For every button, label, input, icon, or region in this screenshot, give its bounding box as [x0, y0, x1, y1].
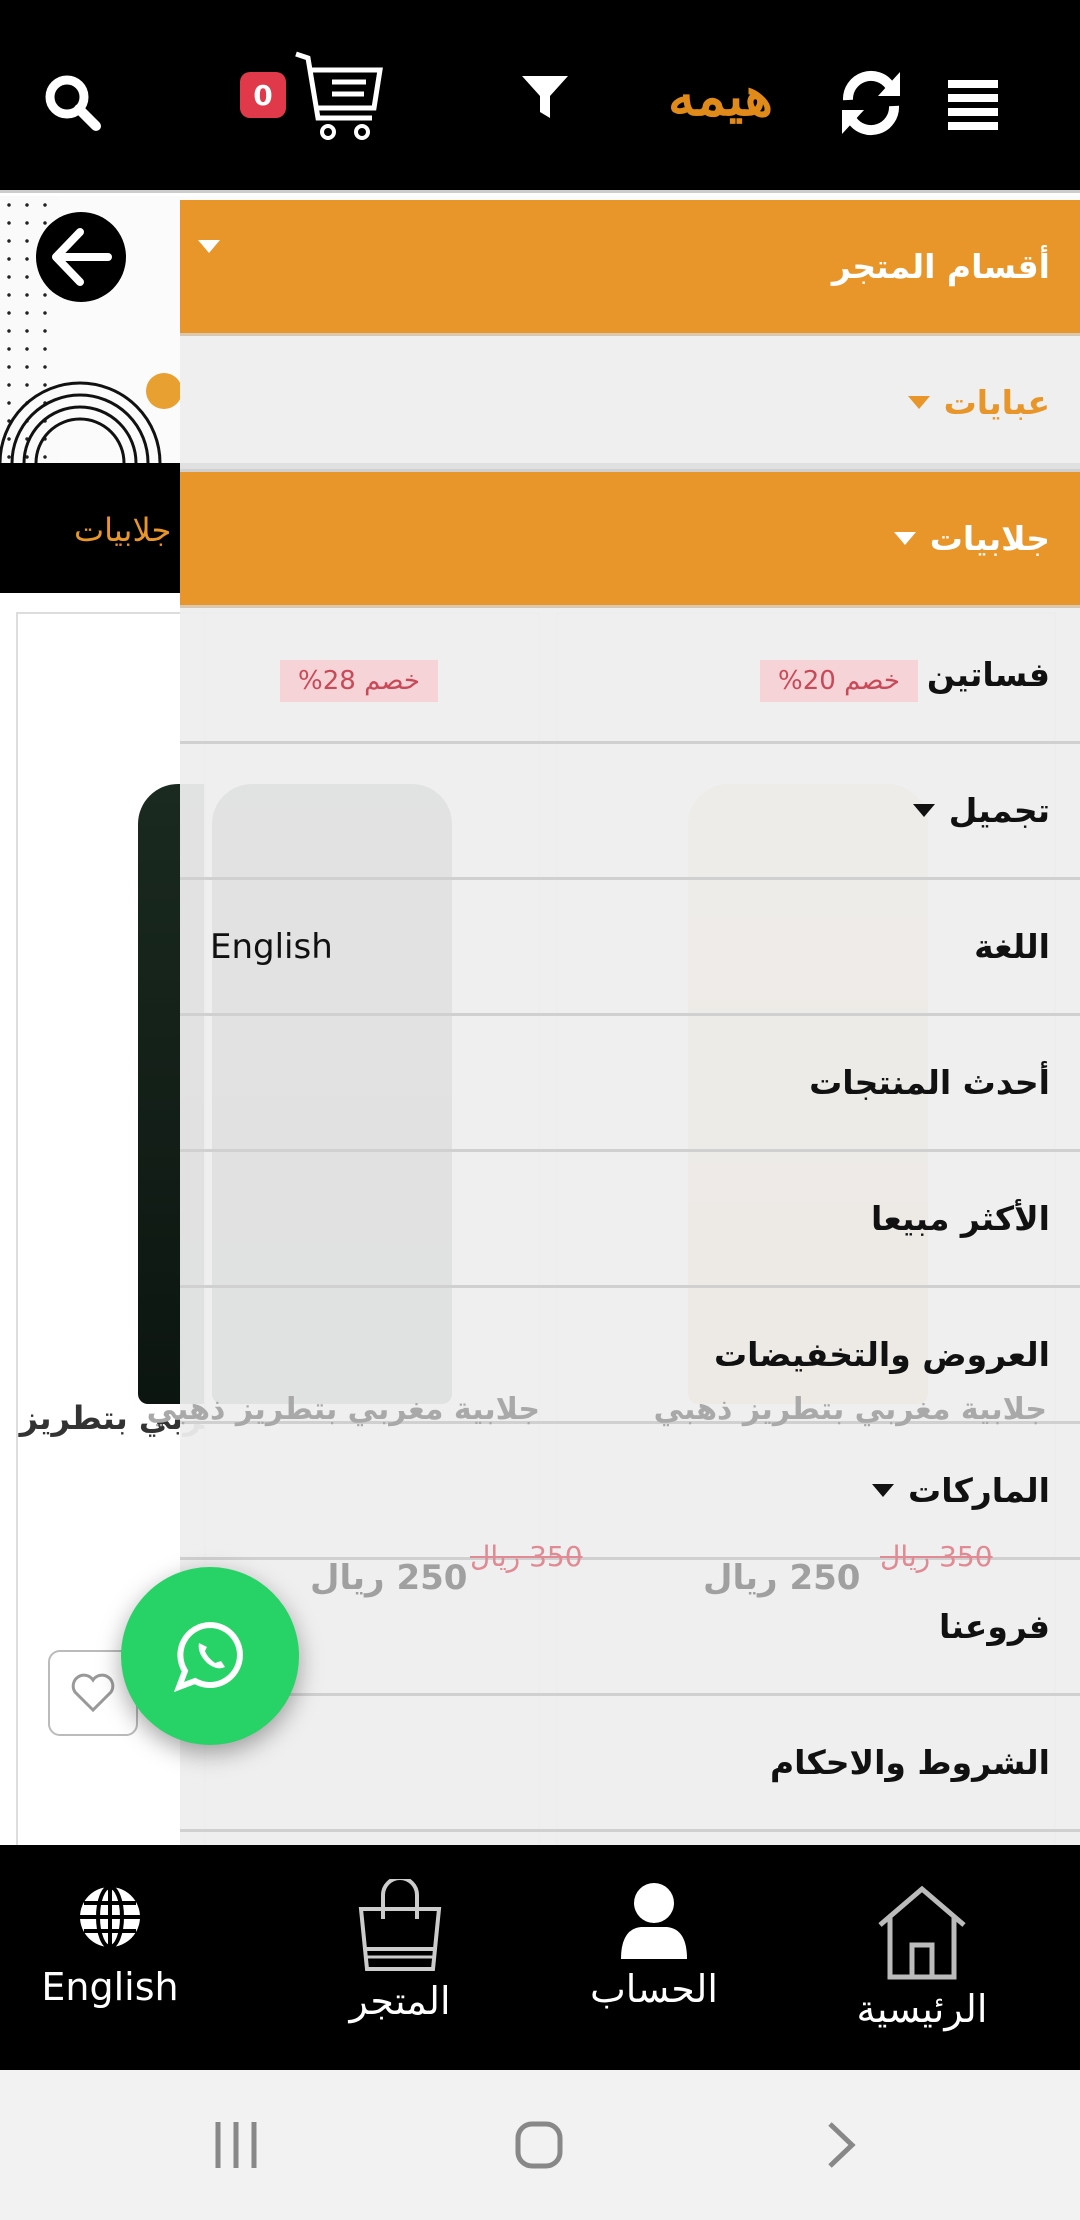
drawer-item-label: عبايات	[943, 383, 1050, 422]
cart-icon[interactable]	[292, 48, 388, 144]
cart-count-badge: 0	[240, 72, 286, 118]
drawer-item-label: الأكثر مبيعا	[871, 1199, 1050, 1238]
nav-account[interactable]: الحساب	[544, 1845, 764, 2070]
drawer-item-jalabiyas[interactable]: جلابيات	[180, 472, 1080, 608]
caret-down-icon	[872, 1484, 895, 1497]
side-drawer-menu: أقسام المتجر عبايات جلابيات فساتين تجميل…	[180, 200, 1080, 1845]
drawer-item-terms[interactable]: الشروط والاحكام	[180, 1696, 1080, 1832]
back-arrow-button[interactable]	[36, 212, 126, 302]
drawer-item-beauty[interactable]: تجميل	[180, 744, 1080, 880]
language-value[interactable]: English	[210, 927, 333, 967]
back-system-icon[interactable]	[826, 2120, 856, 2170]
logo-text: هيمه	[668, 64, 773, 128]
product-price: 250 ريال	[310, 1558, 468, 1598]
drawer-item-label: اللغة	[974, 927, 1050, 966]
product-title[interactable]: جلابية مغربي بتطريز ذهبي	[147, 1392, 540, 1427]
drawer-item-label: الشروط والاحكام	[769, 1743, 1050, 1782]
nav-store[interactable]: المتجر	[290, 1845, 510, 2070]
drawer-item-language[interactable]: اللغة English	[180, 880, 1080, 1016]
drawer-item-label: جلابيات	[929, 519, 1050, 558]
refresh-icon[interactable]	[838, 68, 904, 138]
discount-badge: خصم 28%	[280, 660, 438, 702]
whatsapp-icon	[173, 1621, 243, 1693]
drawer-item-label: فروعنا	[938, 1607, 1050, 1646]
system-navigation-bar	[0, 2070, 1080, 2220]
caret-down-icon	[912, 804, 935, 817]
bottom-navigation: English المتجر الحساب الرئيسية	[0, 1845, 1080, 2070]
search-icon[interactable]	[42, 72, 104, 134]
nav-label: الحساب	[590, 1967, 718, 2011]
nav-home[interactable]: الرئيسية	[812, 1845, 1032, 2070]
caret-down-icon	[907, 396, 930, 409]
nav-english[interactable]: English	[0, 1845, 220, 2070]
drawer-item-best-sellers[interactable]: الأكثر مبيعا	[180, 1152, 1080, 1288]
drawer-item-label: أحدث المنتجات	[809, 1063, 1050, 1102]
discount-badge: خصم 20%	[760, 660, 918, 702]
whatsapp-button[interactable]	[121, 1567, 299, 1745]
drawer-item-latest-products[interactable]: أحدث المنتجات	[180, 1016, 1080, 1152]
recent-apps-icon[interactable]	[212, 2120, 260, 2170]
filter-icon[interactable]	[520, 72, 570, 122]
globe-icon	[80, 1885, 140, 1949]
top-app-bar: 0 هيمه	[0, 0, 1080, 193]
menu-icon[interactable]	[948, 80, 998, 132]
store-logo[interactable]: هيمه	[668, 64, 773, 128]
home-system-icon[interactable]	[514, 2120, 564, 2170]
caret-down-icon	[893, 532, 916, 545]
nav-label: المتجر	[349, 1979, 451, 2023]
nav-label: English	[41, 1965, 179, 2009]
drawer-header-store-sections[interactable]: أقسام المتجر	[180, 200, 1080, 336]
heart-icon	[71, 1673, 115, 1713]
nav-label: الرئيسية	[856, 1987, 988, 2031]
category-tab[interactable]: جلابيات	[74, 511, 171, 549]
drawer-item-label: العروض والتخفيضات	[713, 1335, 1050, 1374]
product-title[interactable]: جلابية مغربي بتطريز ذهبي	[654, 1392, 1047, 1427]
banner-arcs-decoration	[0, 373, 180, 463]
drawer-item-label: الماركات	[908, 1471, 1050, 1510]
drawer-item-abayas[interactable]: عبايات	[180, 336, 1080, 472]
product-old-price: 350 ريال	[470, 1540, 583, 1573]
caret-down-icon	[198, 240, 220, 253]
product-price: 250 ريال	[703, 1558, 861, 1598]
user-icon	[621, 1883, 687, 1959]
drawer-item-label: فساتين	[926, 655, 1050, 694]
drawer-header-label: أقسام المتجر	[831, 247, 1050, 286]
arrow-left-icon	[52, 228, 112, 286]
shopping-bag-icon	[358, 1879, 442, 1971]
home-icon	[878, 1885, 966, 1980]
product-old-price: 350 ريال	[880, 1540, 993, 1573]
drawer-item-label: تجميل	[948, 791, 1050, 830]
